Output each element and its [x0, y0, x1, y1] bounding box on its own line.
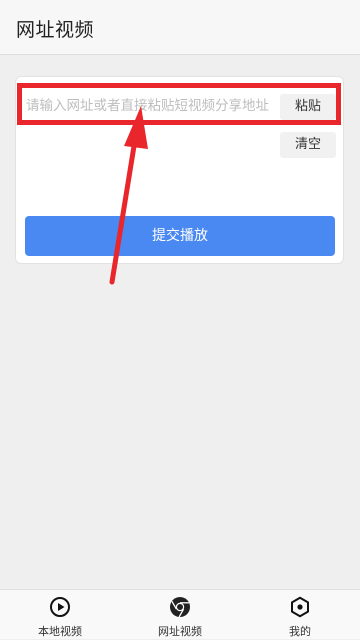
page-title: 网址视频 — [16, 19, 95, 41]
url-input[interactable] — [26, 89, 274, 159]
nav-item-mine[interactable]: 我的 — [240, 590, 360, 640]
submit-play-button[interactable]: 提交播放 — [25, 216, 335, 256]
chrome-browser-icon — [170, 597, 190, 618]
paste-button[interactable]: 粘贴 — [280, 94, 336, 120]
clear-button[interactable]: 清空 — [280, 132, 336, 158]
hexagon-user-icon — [291, 596, 309, 618]
nav-item-local-video[interactable]: 本地视频 — [0, 590, 120, 640]
nav-label: 我的 — [289, 625, 311, 638]
bottom-navigation: 本地视频 网址视频 我的 — [0, 589, 360, 639]
nav-label: 网址视频 — [158, 625, 202, 638]
url-input-card: 粘贴 清空 提交播放 — [15, 76, 344, 264]
top-bar: 网址视频 — [0, 0, 360, 55]
play-circle-icon — [50, 597, 70, 617]
nav-item-url-video[interactable]: 网址视频 — [120, 590, 240, 640]
nav-label: 本地视频 — [38, 625, 82, 638]
